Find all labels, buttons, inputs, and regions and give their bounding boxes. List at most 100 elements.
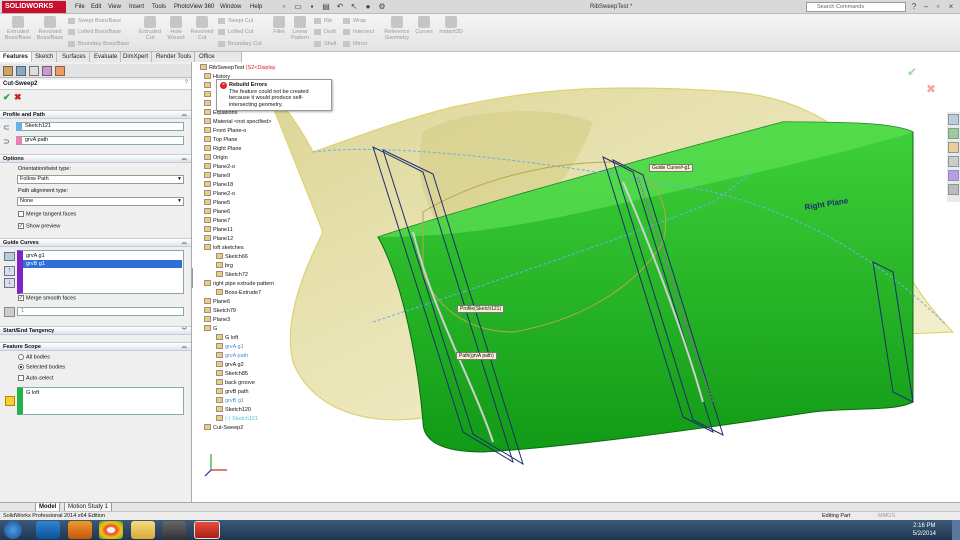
all-bodies-radio[interactable]: All bodies xyxy=(18,354,50,360)
options-icon[interactable]: ⚙ xyxy=(376,1,388,13)
tree-item[interactable]: Plane12 xyxy=(204,235,233,243)
spin-field[interactable]: 1 xyxy=(17,307,184,316)
feature-tree-tab-icon[interactable] xyxy=(3,66,13,76)
explorer-icon[interactable] xyxy=(131,521,155,539)
swept-boss-button[interactable]: Swept Boss/Base xyxy=(68,16,121,26)
tree-item[interactable]: Sketch72 xyxy=(216,271,248,279)
tab-render-tools[interactable]: Render Tools xyxy=(153,52,196,62)
revolved-cut-button[interactable]: Revolved Cut xyxy=(189,16,215,41)
tree-item[interactable]: Boss-Extrude7 xyxy=(216,289,261,297)
tree-item[interactable]: Plane6 xyxy=(204,208,230,216)
file-explorer-icon[interactable] xyxy=(948,142,959,153)
confirm-check-icon[interactable]: ✔ xyxy=(907,65,917,79)
tree-item[interactable]: grvB g1 xyxy=(216,397,244,405)
tree-item[interactable] xyxy=(204,82,213,90)
chrome-icon[interactable] xyxy=(99,521,123,539)
tree-item[interactable]: Plane7 xyxy=(204,217,230,225)
feature-scope-section[interactable]: Feature Scope ︽ xyxy=(0,342,191,351)
menu-view[interactable]: View xyxy=(108,0,121,14)
view-palette-icon[interactable] xyxy=(948,156,959,167)
system-clock[interactable]: 2:16 PM 5/2/2014 xyxy=(913,522,936,538)
restore-icon[interactable]: ▫ xyxy=(932,1,944,13)
help-icon[interactable]: ? xyxy=(185,80,188,86)
display-tab-icon[interactable] xyxy=(55,66,65,76)
tree-item[interactable]: grvB path xyxy=(216,388,249,396)
fillet-button[interactable]: Fillet xyxy=(268,16,290,35)
swept-cut-button[interactable]: Swept Cut xyxy=(218,16,253,26)
bodies-list[interactable]: G loft xyxy=(17,387,184,415)
linear-pattern-button[interactable]: Linear Pattern xyxy=(288,16,312,41)
tree-item[interactable]: Sketch85 xyxy=(216,370,248,378)
tab-evaluate[interactable]: Evaluate xyxy=(91,52,122,62)
save-icon[interactable]: ▪ xyxy=(306,1,318,13)
tree-item[interactable] xyxy=(204,100,213,108)
move-down-icon[interactable]: ↓ xyxy=(4,278,15,288)
tree-item[interactable]: Sketch66 xyxy=(216,253,248,261)
ok-check-icon[interactable]: ✔ xyxy=(3,92,11,103)
tree-item[interactable]: back groove xyxy=(216,379,255,387)
list-item-selected[interactable]: grvB g1 xyxy=(23,260,182,268)
tree-item[interactable]: Plane2-o xyxy=(204,190,235,198)
tab-office-products[interactable]: Office Products xyxy=(196,52,242,70)
help-icon[interactable]: ? xyxy=(908,1,920,13)
reference-geometry-button[interactable]: Reference Geometry xyxy=(382,16,412,41)
draft-button[interactable]: Draft xyxy=(314,27,336,37)
menu-edit[interactable]: Edit xyxy=(91,0,101,14)
menu-window[interactable]: Window xyxy=(220,0,241,14)
tree-item[interactable]: Plane2-o xyxy=(204,163,235,171)
select-icon[interactable]: ↖ xyxy=(348,1,360,13)
tree-item[interactable]: Cut-Sweep2 xyxy=(204,424,243,432)
extruded-cut-button[interactable]: Extruded Cut xyxy=(136,16,164,41)
show-desktop-button[interactable] xyxy=(952,520,960,540)
menu-photoview[interactable]: PhotoView 360 xyxy=(174,0,214,14)
tree-item[interactable]: Front Plane-o xyxy=(204,127,246,135)
shell-button[interactable]: Shell xyxy=(314,39,336,49)
tree-item[interactable]: grvA g1 xyxy=(216,343,244,351)
guide-curve-callout[interactable]: Guide Curve#-g1 xyxy=(649,164,694,172)
open-icon[interactable]: ▭ xyxy=(292,1,304,13)
path-callout[interactable]: Path(grvA path) xyxy=(456,352,497,360)
tab-dimxpert[interactable]: DimXpert xyxy=(120,52,153,62)
undo-icon[interactable]: ↶ xyxy=(334,1,346,13)
start-end-tangency-section[interactable]: Start/End Tangency ︾ xyxy=(0,326,191,335)
boundary-cut-button[interactable]: Boundary Cut xyxy=(218,39,262,49)
curves-button[interactable]: Curves xyxy=(412,16,436,35)
menu-insert[interactable]: Insert xyxy=(129,0,144,14)
search-input[interactable]: Search Commands xyxy=(806,2,906,12)
tree-item[interactable]: Origin xyxy=(204,154,228,162)
list-item[interactable]: grvA g1 xyxy=(26,252,45,260)
tree-item[interactable]: Top Plane xyxy=(204,136,237,144)
path-field[interactable]: grvA path xyxy=(16,136,184,145)
profile-field[interactable]: Sketch121 xyxy=(16,122,184,131)
boundary-boss-button[interactable]: Boundary Boss/Base xyxy=(68,39,129,49)
path-alignment-select[interactable]: None ▼ xyxy=(17,197,184,206)
auto-select-checkbox[interactable]: Auto-select xyxy=(18,375,54,381)
wrap-button[interactable]: Wrap xyxy=(343,16,366,26)
extruded-boss-button[interactable]: Extruded Boss/Base xyxy=(2,16,34,41)
tree-item[interactable]: right pipe extrude pattern xyxy=(204,280,274,288)
tree-item[interactable]: G xyxy=(204,325,217,333)
tree-item[interactable]: G loft xyxy=(216,334,238,342)
revolved-boss-button[interactable]: Revolved Boss/Base xyxy=(34,16,66,41)
tree-item[interactable]: Plane5 xyxy=(204,199,230,207)
media-player-icon[interactable] xyxy=(68,521,92,539)
intersect-button[interactable]: Intersect xyxy=(343,27,374,37)
tree-root[interactable]: RibSweepTest (S2<Display xyxy=(200,64,276,72)
ie-icon[interactable] xyxy=(36,521,60,539)
dimxpert-tab-icon[interactable] xyxy=(42,66,52,76)
cancel-x-icon[interactable]: ✖ xyxy=(14,92,22,103)
lofted-boss-button[interactable]: Lofted Boss/Base xyxy=(68,27,121,37)
lofted-cut-button[interactable]: Lofted Cut xyxy=(218,27,253,37)
tab-sketch[interactable]: Sketch xyxy=(32,52,58,62)
app-icon[interactable] xyxy=(162,521,186,539)
status-units[interactable]: MMGS xyxy=(878,512,895,520)
tree-item[interactable]: grvA g2 xyxy=(216,361,244,369)
profile-callout[interactable]: Profile(Sketch121) xyxy=(457,305,505,313)
tree-item[interactable]: (-) Sketch121 xyxy=(216,415,258,423)
tree-item[interactable]: Plane6 xyxy=(204,298,230,306)
guide-curves-section[interactable]: Guide Curves ︽ xyxy=(0,238,191,247)
tree-item[interactable]: Plane11 xyxy=(204,226,233,234)
configuration-tab-icon[interactable] xyxy=(29,66,39,76)
show-preview-checkbox[interactable]: ✓ Show preview xyxy=(18,223,60,229)
cancel-x-icon[interactable]: ✖ xyxy=(926,82,936,96)
